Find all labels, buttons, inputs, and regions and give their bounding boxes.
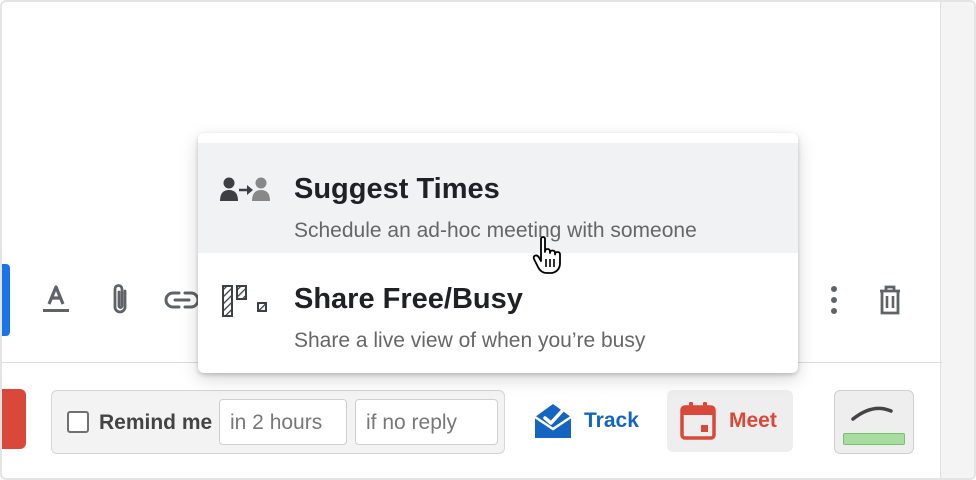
link-icon[interactable]	[164, 282, 200, 318]
share-free-busy-subtitle: Share a live view of when you’re busy	[294, 329, 646, 352]
signature-button[interactable]	[834, 390, 914, 454]
signature-icon	[851, 406, 893, 421]
menu-item-suggest-times[interactable]: Suggest Times Schedule an ad-hoc meeting…	[198, 143, 798, 253]
attachment-icon[interactable]	[102, 282, 138, 318]
remind-me-label: Remind me	[99, 411, 213, 434]
remind-me-box: Remind me in 2 hours if no reply	[51, 390, 505, 454]
track-label: Track	[584, 409, 639, 432]
meet-button[interactable]: Meet	[667, 390, 793, 452]
remind-time-field[interactable]: in 2 hours	[219, 399, 347, 445]
share-free-busy-title: Share Free/Busy	[294, 283, 523, 315]
free-busy-blocks-icon	[222, 285, 267, 317]
scrollbar[interactable]	[940, 2, 974, 478]
more-vert-icon[interactable]	[816, 282, 852, 318]
calendar-icon	[680, 402, 716, 440]
track-button[interactable]: Track	[532, 399, 639, 443]
compose-window: Remind me in 2 hours if no reply Track M…	[0, 0, 976, 480]
track-envelope-icon	[534, 404, 572, 438]
person-arrow-person-icon	[220, 177, 270, 201]
meet-label: Meet	[729, 409, 777, 432]
menu-item-share-free-busy[interactable]: Share Free/Busy Share a live view of whe…	[198, 253, 798, 363]
suggest-times-subtitle: Schedule an ad-hoc meeting with someone	[294, 219, 697, 242]
meeting-options-menu: Suggest Times Schedule an ad-hoc meeting…	[198, 133, 798, 373]
remind-me-checkbox[interactable]	[67, 411, 89, 433]
suggest-times-title: Suggest Times	[294, 173, 500, 205]
send-button[interactable]	[2, 389, 26, 449]
text-format-icon[interactable]	[38, 282, 74, 318]
bottom-action-bar: Remind me in 2 hours if no reply Track M…	[2, 363, 942, 478]
hand-cursor-icon	[532, 236, 561, 274]
trash-icon[interactable]	[872, 282, 908, 318]
signature-bar	[843, 433, 905, 445]
remind-condition-field[interactable]: if no reply	[355, 399, 498, 445]
